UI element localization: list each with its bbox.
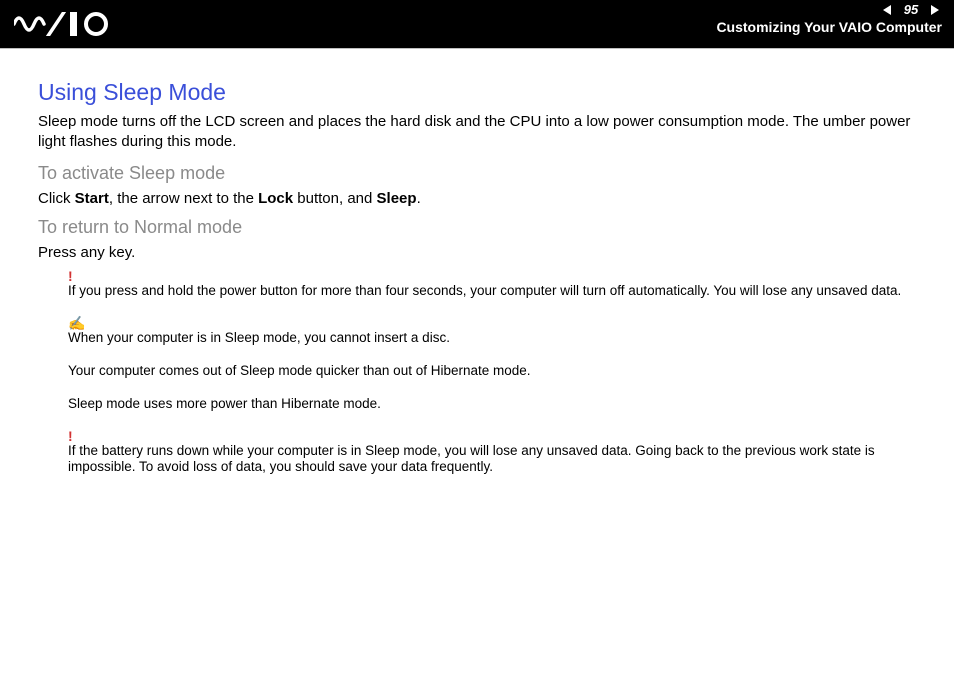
notes-block: ! If you press and hold the power button… (68, 269, 916, 476)
note-text: If the battery runs down while your comp… (68, 443, 875, 475)
note-text: Sleep mode uses more power than Hibernat… (68, 396, 381, 411)
note-warning: ! If the battery runs down while your co… (68, 429, 916, 477)
instr-bold-lock: Lock (258, 190, 293, 207)
warning-icon: ! (68, 429, 916, 443)
instr-bold-start: Start (75, 190, 109, 207)
note-info: Sleep mode uses more power than Hibernat… (68, 396, 916, 413)
note-text: When your computer is in Sleep mode, you… (68, 330, 450, 345)
header-bar: 95 Customizing Your VAIO Computer (0, 0, 954, 48)
note-text: If you press and hold the power button f… (68, 283, 901, 298)
subheading-return: To return to Normal mode (38, 217, 916, 238)
warning-icon: ! (68, 269, 916, 283)
page-title: Using Sleep Mode (38, 79, 916, 106)
tip-icon: ✍ (68, 316, 916, 330)
return-instruction: Press any key. (38, 244, 916, 261)
section-label: Customizing Your VAIO Computer (716, 19, 942, 35)
instr-text: button, and (293, 190, 376, 207)
prev-page-arrow[interactable] (880, 4, 896, 16)
content-area: Using Sleep Mode Sleep mode turns off th… (0, 49, 954, 512)
instr-text: Click (38, 190, 75, 207)
page-navigation: 95 Customizing Your VAIO Computer (716, 3, 942, 35)
subheading-activate: To activate Sleep mode (38, 163, 916, 184)
intro-paragraph: Sleep mode turns off the LCD screen and … (38, 112, 916, 151)
next-page-arrow[interactable] (926, 4, 942, 16)
activate-instruction: Click Start, the arrow next to the Lock … (38, 190, 916, 207)
instr-text: , the arrow next to the (109, 190, 258, 207)
note-info: Your computer comes out of Sleep mode qu… (68, 363, 916, 380)
note-text: Your computer comes out of Sleep mode qu… (68, 363, 531, 378)
page-number: 95 (900, 3, 922, 17)
instr-text: . (417, 190, 421, 207)
instr-bold-sleep: Sleep (377, 190, 417, 207)
note-tip: ✍ When your computer is in Sleep mode, y… (68, 316, 916, 347)
note-warning: ! If you press and hold the power button… (68, 269, 916, 300)
vaio-logo (14, 9, 124, 39)
